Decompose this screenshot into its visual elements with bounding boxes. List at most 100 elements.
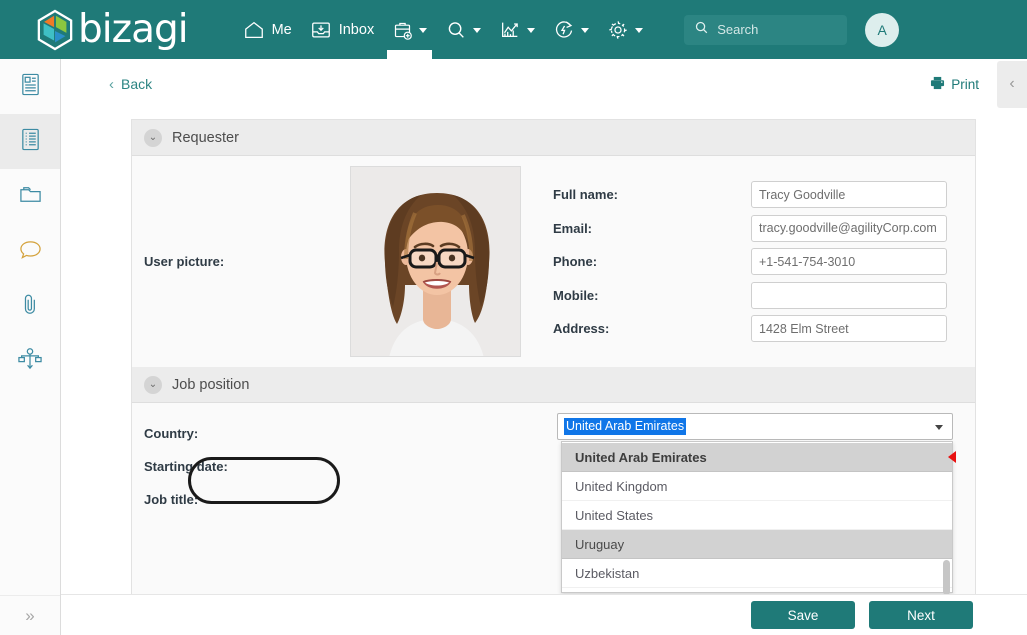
email-input[interactable] [751,214,947,242]
back-button[interactable]: ‹ Back [109,76,152,93]
chevron-down-icon [581,28,590,33]
folder-icon [18,183,43,211]
section-header-job-position[interactable]: ⌄ Job position [132,367,975,403]
chevron-down-icon: ⌄ [144,128,162,147]
user-avatar[interactable]: A [865,12,900,47]
nav-label-inbox: Inbox [338,21,375,38]
save-button[interactable]: Save [751,601,855,629]
main-nav: Me Inbox [234,0,653,59]
user-picture [350,166,521,357]
full-name-input[interactable] [751,181,947,209]
back-label: Back [121,76,153,92]
chevron-down-icon: ⌄ [144,375,162,394]
nav-item-new-case[interactable] [383,0,436,59]
chevron-left-icon: ‹ [109,75,114,93]
new-case-icon [392,19,413,41]
dropdown-option[interactable]: United Arab Emirates [562,443,956,472]
nav-item-me[interactable]: Me [234,0,301,59]
dropdown-option-label: United Kingdom [575,478,668,494]
field-label-full-name: Full name: [553,187,619,203]
section-title-requester: Requester [172,129,239,146]
field-label-address: Address: [553,321,610,337]
section-header-requester[interactable]: ⌄ Requester [132,120,975,156]
chevron-down-icon [935,425,943,430]
country-selected-value: United Arab Emirates [564,417,687,436]
printer-icon [930,76,951,93]
mobile-input[interactable] [751,281,947,309]
next-button[interactable]: Next [869,601,973,629]
dropdown-option-label: Uzbekistan [575,565,640,581]
search-icon [694,20,709,40]
rail-item-comments[interactable] [0,224,60,279]
section-body-job-position: Country: Starting date: Job title: Unite… [132,403,975,594]
cursor-marker-icon [948,451,956,463]
dropdown-option-label: United States [575,507,654,523]
main-content: ‹ Back Print ‹ ⌄ Requester User picture: [61,59,1027,594]
field-label-job-title: Job title: [144,492,199,507]
refresh-icon [553,19,575,41]
nav-label-me: Me [271,21,292,38]
field-row: Address: [553,312,947,346]
field-row: Phone: [553,245,947,279]
field-label-mobile: Mobile: [553,287,599,303]
nav-item-search[interactable] [436,0,490,59]
form-list-icon [19,127,42,157]
dropdown-option-label: Uruguay [575,536,625,552]
dropdown-scrollbar[interactable] [943,560,950,594]
section-title-job-position: Job position [172,376,250,393]
nav-item-analytics[interactable] [490,0,544,59]
brand-logo[interactable]: bizagi [36,7,189,52]
field-label-starting-date: Starting date: [144,459,228,474]
process-flow-icon [17,347,43,377]
nav-item-refresh[interactable] [544,0,598,59]
brand-name: bizagi [78,7,189,52]
form-card: ⌄ Requester User picture: Full name: Tra… [131,119,976,594]
dropdown-option[interactable]: Uruguay [562,530,952,559]
form-footer: Save Next [61,594,1027,635]
country-dropdown-list: United Arab Emirates United Kingdom Unit… [561,441,956,594]
content-toolbar: ‹ Back Print ‹ [61,59,1027,109]
chevron-down-icon [527,28,536,33]
rail-item-form-list[interactable] [0,114,60,169]
chevron-down-icon [473,28,482,33]
rail-item-process-flow[interactable] [0,334,60,389]
print-button[interactable]: Print [930,76,979,93]
rail-expand-button[interactable]: » [0,595,60,635]
comment-icon [18,238,43,266]
home-icon [243,19,265,41]
right-panel-toggle[interactable]: ‹ [997,60,1027,108]
chevron-down-icon [419,28,428,33]
analytics-icon [499,19,521,41]
left-rail: » [0,59,61,635]
field-label-email: Email: [553,220,593,236]
search-placeholder: Search [717,22,759,37]
address-input[interactable] [751,315,947,343]
inbox-icon [310,19,332,41]
rail-item-case-summary[interactable] [0,59,60,114]
bizagi-hexagon-icon [36,9,74,51]
dropdown-option[interactable]: United Kingdom [562,472,952,501]
case-summary-icon [19,72,42,102]
rail-item-documents[interactable] [0,169,60,224]
field-label-country: Country: [144,426,199,441]
field-label-phone: Phone: [553,254,598,270]
country-select[interactable]: United Arab Emirates [557,413,953,440]
print-label: Print [951,76,979,92]
country-combobox: United Arab Emirates United Arab Emirate… [557,413,956,594]
attachment-icon [19,292,41,322]
phone-input[interactable] [751,248,947,276]
chevron-down-icon [635,28,644,33]
nav-item-settings[interactable] [598,0,652,59]
nav-item-inbox[interactable]: Inbox [301,0,383,59]
field-row: Email: [553,212,947,246]
dropdown-option[interactable]: Uzbekistan [562,559,952,588]
dropdown-option[interactable]: United States [562,501,952,530]
dropdown-option-label: United Arab Emirates [575,449,707,465]
rail-item-attachments[interactable] [0,279,60,334]
gear-icon [607,19,629,41]
search-input[interactable]: Search [684,14,848,45]
user-picture-label: User picture: [144,254,225,269]
search-icon [445,19,467,41]
requester-fields: Full name: Email: Phone: Mobile: Address… [553,178,947,367]
section-body-requester: User picture: Full name: Tracy Goodville… [132,156,975,367]
